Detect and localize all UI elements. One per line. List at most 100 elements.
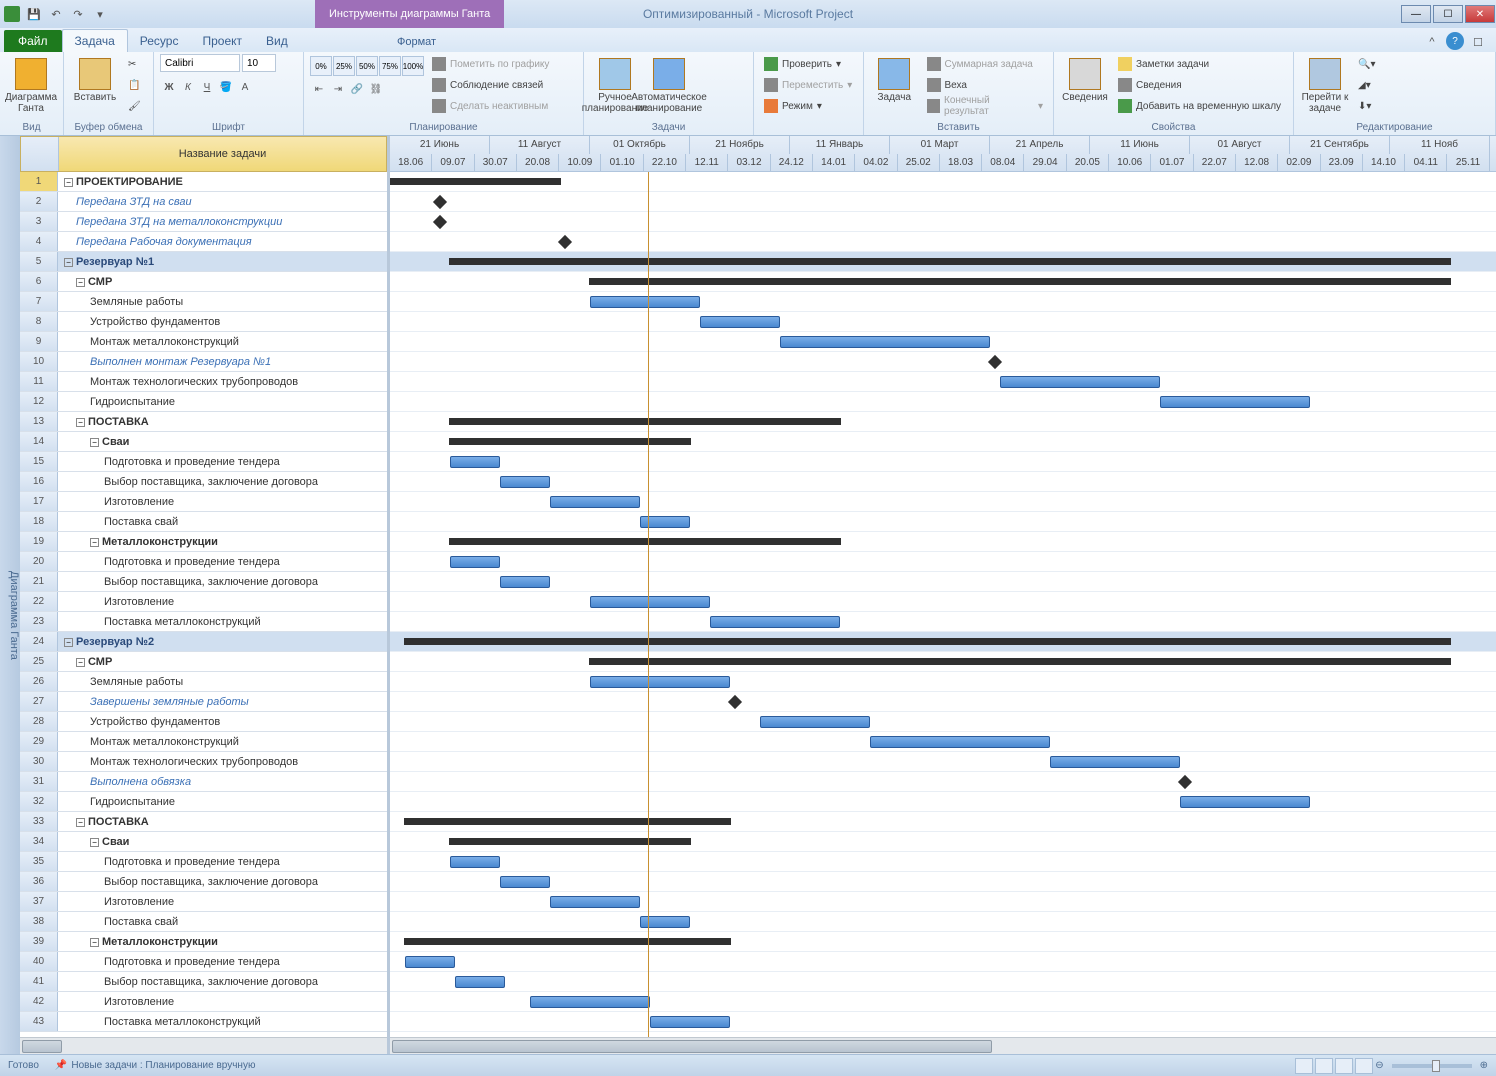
respect-links-button[interactable]: Соблюдение связей [428,75,553,95]
task-row[interactable]: 31Выполнена обвязка [20,772,387,792]
task-name-cell[interactable]: −ПРОЕКТИРОВАНИЕ [58,172,387,191]
fill-color-icon[interactable]: 🪣 [217,78,235,96]
close-button[interactable]: ✕ [1465,5,1495,23]
outline-toggle-icon[interactable]: − [64,638,73,647]
task-row[interactable]: 37Изготовление [20,892,387,912]
task-name-cell[interactable]: Передана Рабочая документация [58,232,387,251]
task-row[interactable]: 41Выбор поставщика, заключение договора [20,972,387,992]
row-number[interactable]: 30 [20,752,58,771]
row-number[interactable]: 43 [20,1012,58,1031]
row-number[interactable]: 13 [20,412,58,431]
task-row[interactable]: 19−Металлоконструкции [20,532,387,552]
task-bar[interactable] [1180,796,1310,808]
mode-button[interactable]: Режим ▾ [760,96,856,116]
outdent-icon[interactable]: ⇤ [310,80,328,98]
task-bar[interactable] [530,996,650,1008]
cut-icon[interactable]: ✂ [124,54,145,74]
task-name-cell[interactable]: Устройство фундаментов [58,312,387,331]
fill-icon[interactable]: ⬇▾ [1354,96,1379,116]
summary-bar[interactable] [450,438,690,445]
outline-toggle-icon[interactable]: − [76,278,85,287]
row-number[interactable]: 10 [20,352,58,371]
task-row[interactable]: 8Устройство фундаментов [20,312,387,332]
task-row[interactable]: 32Гидроиспытание [20,792,387,812]
tab-resource[interactable]: Ресурс [128,30,191,52]
task-row[interactable]: 1−ПРОЕКТИРОВАНИЕ [20,172,387,192]
row-number[interactable]: 3 [20,212,58,231]
task-bar[interactable] [550,896,640,908]
row-number[interactable]: 37 [20,892,58,911]
task-bar[interactable] [500,876,550,888]
row-number[interactable]: 38 [20,912,58,931]
task-row[interactable]: 28Устройство фундаментов [20,712,387,732]
summary-task-button[interactable]: Суммарная задача [923,54,1047,74]
task-row[interactable]: 16Выбор поставщика, заключение договора [20,472,387,492]
task-row[interactable]: 36Выбор поставщика, заключение договора [20,872,387,892]
task-name-cell[interactable]: Изготовление [58,892,387,911]
tab-task[interactable]: Задача [62,29,128,52]
task-row[interactable]: 7Земляные работы [20,292,387,312]
pct-0[interactable]: 0% [310,56,332,76]
row-number[interactable]: 17 [20,492,58,511]
pct-25[interactable]: 25% [333,56,355,76]
copy-icon[interactable]: 📋 [124,75,145,95]
inspect-button[interactable]: Проверить ▾ [760,54,856,74]
italic-icon[interactable]: К [179,78,197,96]
unlink-icon[interactable]: ⛓ [367,80,385,98]
task-bar[interactable] [500,576,550,588]
task-bar[interactable] [450,856,500,868]
task-name-cell[interactable]: Выполнена обвязка [58,772,387,791]
row-number[interactable]: 19 [20,532,58,551]
pct-50[interactable]: 50% [356,56,378,76]
task-name-cell[interactable]: −СМР [58,652,387,671]
tab-project[interactable]: Проект [190,30,254,52]
task-row[interactable]: 29Монтаж металлоконструкций [20,732,387,752]
task-name-cell[interactable]: Гидроиспытание [58,392,387,411]
row-number[interactable]: 2 [20,192,58,211]
qat-dropdown-icon[interactable]: ▾ [90,4,110,24]
task-name-cell[interactable]: −Сваи [58,432,387,451]
clear-icon[interactable]: ◢▾ [1354,75,1379,95]
task-bar[interactable] [710,616,840,628]
task-row[interactable]: 26Земляные работы [20,672,387,692]
summary-bar[interactable] [405,938,730,945]
row-number[interactable]: 7 [20,292,58,311]
row-number[interactable]: 34 [20,832,58,851]
outline-toggle-icon[interactable]: − [90,438,99,447]
window-control-icon[interactable]: ☐ [1468,32,1488,52]
task-bar[interactable] [1160,396,1310,408]
task-bar[interactable] [700,316,780,328]
outline-toggle-icon[interactable]: − [76,418,85,427]
task-name-cell[interactable]: Изготовление [58,492,387,511]
task-name-cell[interactable]: Поставка свай [58,512,387,531]
zoom-slider[interactable] [1392,1064,1472,1068]
milestone-icon[interactable] [988,355,1002,369]
timescale[interactable]: 21 Июнь11 Август01 Октябрь21 Ноябрь11 Ян… [390,136,1496,172]
task-row[interactable]: 20Подготовка и проведение тендера [20,552,387,572]
task-row[interactable]: 43Поставка металлоконструкций [20,1012,387,1032]
row-number[interactable]: 21 [20,572,58,591]
task-bar[interactable] [650,1016,730,1028]
row-number[interactable]: 18 [20,512,58,531]
right-hscroll[interactable] [390,1037,1496,1054]
task-name-cell[interactable]: Поставка металлоконструкций [58,612,387,631]
row-number[interactable]: 41 [20,972,58,991]
view-task-usage-icon[interactable] [1315,1058,1333,1074]
paste-button[interactable]: Вставить [70,54,120,103]
outline-toggle-icon[interactable]: − [76,658,85,667]
task-name-cell[interactable]: Изготовление [58,592,387,611]
information-button[interactable]: Сведения [1060,54,1110,103]
row-number[interactable]: 42 [20,992,58,1011]
task-bar[interactable] [550,496,640,508]
redo-icon[interactable]: ↷ [68,4,88,24]
move-button[interactable]: Переместить ▾ [760,75,856,95]
task-name-cell[interactable]: Выбор поставщика, заключение договора [58,972,387,991]
task-bar[interactable] [590,596,710,608]
summary-bar[interactable] [450,538,840,545]
task-row[interactable]: 12Гидроиспытание [20,392,387,412]
add-to-timeline-button[interactable]: Добавить на временную шкалу [1114,96,1285,116]
font-color-icon[interactable]: A [236,78,254,96]
task-name-cell[interactable]: Подготовка и проведение тендера [58,952,387,971]
task-row[interactable]: 6−СМР [20,272,387,292]
task-row[interactable]: 35Подготовка и проведение тендера [20,852,387,872]
